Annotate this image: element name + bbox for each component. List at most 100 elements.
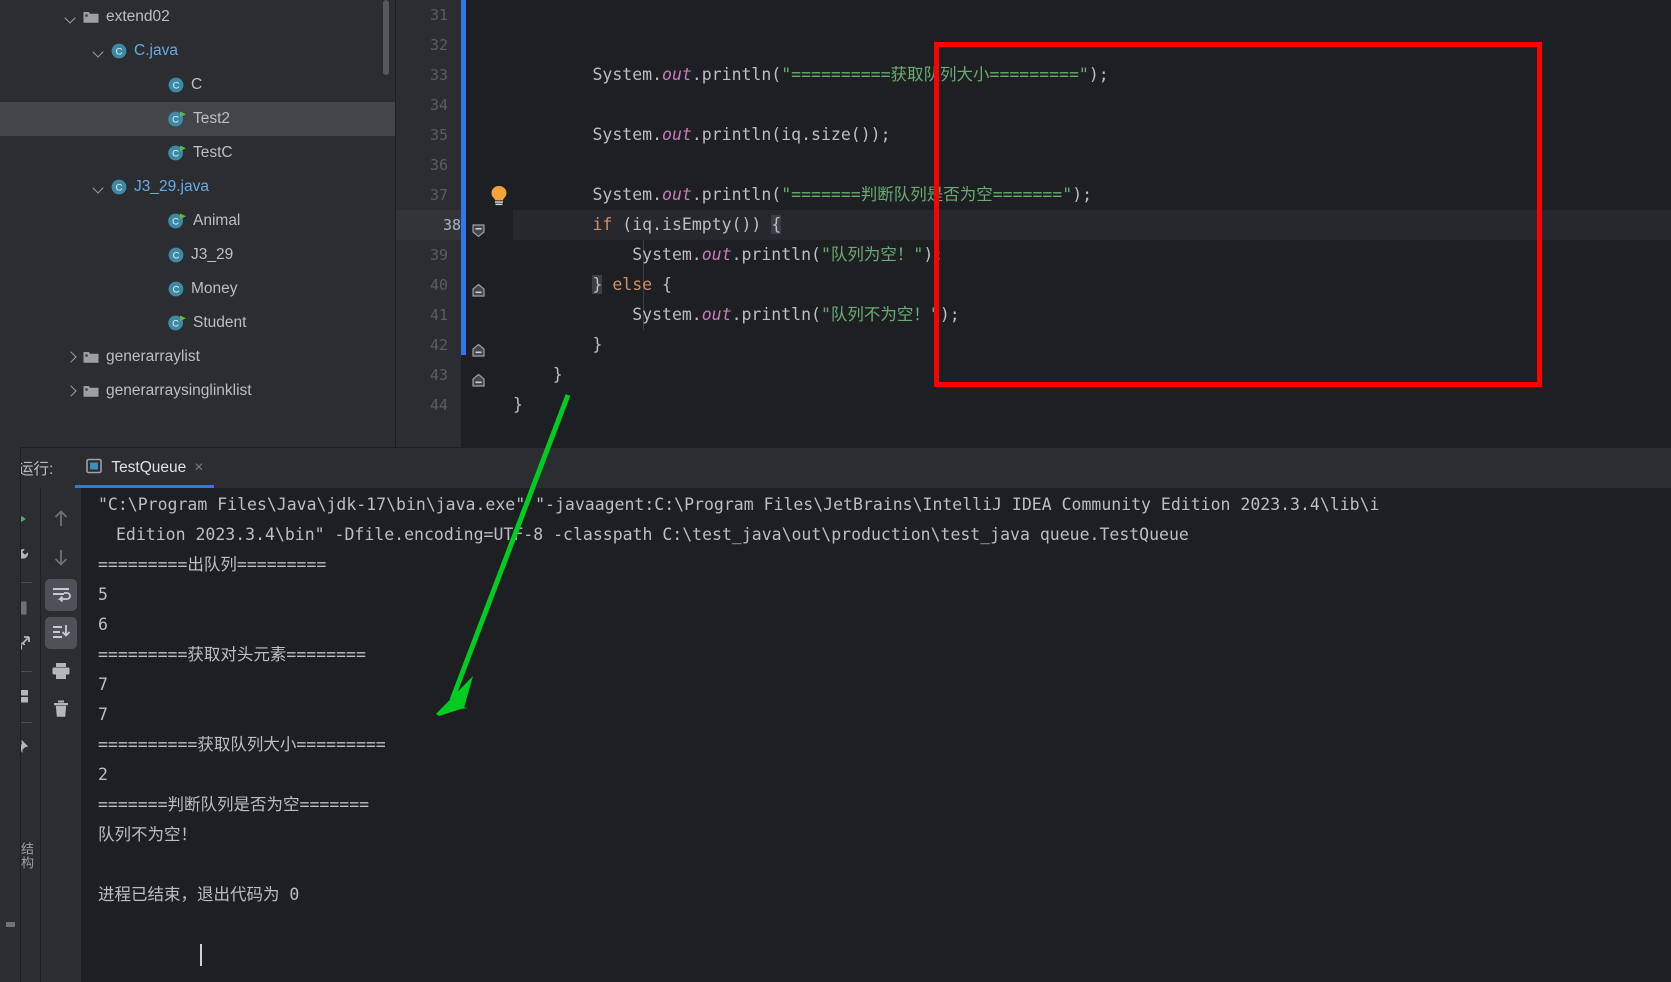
console-line: ==========获取队列大小========= bbox=[98, 735, 386, 754]
chevron-placeholder bbox=[148, 247, 164, 263]
chevron-placeholder bbox=[148, 213, 164, 229]
line-number-42[interactable]: 42 bbox=[396, 330, 448, 360]
code-line-35[interactable]: System.out.println(iq.size()); bbox=[513, 120, 890, 150]
svg-text:C: C bbox=[172, 149, 179, 160]
arrow-up-icon[interactable] bbox=[43, 500, 79, 538]
tree-item-label: generarraylist bbox=[106, 348, 200, 365]
line-number-43[interactable]: 43 bbox=[396, 360, 448, 390]
line-number-31[interactable]: 31 bbox=[396, 0, 448, 30]
tree-item-extend02[interactable]: extend02 bbox=[0, 0, 395, 34]
project-tree-pane[interactable]: extend02 C C.java C C C Test2 C TestC C J3_29.java… bbox=[0, 0, 396, 447]
console-caret bbox=[200, 944, 202, 966]
code-token: if bbox=[592, 215, 613, 234]
fold-marker-42[interactable] bbox=[471, 343, 485, 357]
tree-item-testc[interactable]: C TestC bbox=[0, 136, 395, 170]
project-tree[interactable]: extend02 C C.java C C C Test2 C TestC C J3_29.java… bbox=[0, 0, 395, 408]
tree-item-label: C.java bbox=[134, 42, 178, 59]
run-toolbar-secondary[interactable] bbox=[41, 488, 82, 982]
line-number-32[interactable]: 32 bbox=[396, 30, 448, 60]
soft-wrap-icon[interactable] bbox=[45, 579, 77, 611]
line-number-33[interactable]: 33 bbox=[396, 60, 448, 90]
intention-bulb-icon[interactable] bbox=[489, 185, 509, 207]
structure-tool-label[interactable]: 结构 bbox=[0, 842, 36, 870]
code-line-43[interactable]: } bbox=[513, 360, 563, 390]
line-number-38[interactable]: 38 bbox=[396, 210, 461, 240]
chevron-down-icon[interactable] bbox=[91, 179, 107, 195]
console-line: Edition 2023.3.4\bin" -Dfile.encoding=UT… bbox=[116, 525, 1189, 544]
tree-item-animal[interactable]: C Animal bbox=[0, 204, 395, 238]
vcs-change-marker bbox=[461, 0, 466, 355]
tree-item-generarraysinglinklist[interactable]: generarraysinglinklist bbox=[0, 374, 395, 408]
tree-item-c[interactable]: CC bbox=[0, 68, 395, 102]
svg-text:C: C bbox=[172, 217, 179, 228]
console-output[interactable]: "C:\Program Files\Java\jdk-17\bin\java.e… bbox=[82, 488, 1671, 982]
tree-item-j3-29[interactable]: C J3_29 bbox=[0, 238, 395, 272]
run-header: 运行: TestQueue × bbox=[0, 448, 1671, 488]
code-token: "队列为空！" bbox=[820, 245, 924, 264]
line-number-40[interactable]: 40 bbox=[396, 270, 448, 300]
tree-item-student[interactable]: C Student bbox=[0, 306, 395, 340]
run-config-icon bbox=[85, 457, 103, 480]
trash-icon[interactable] bbox=[43, 690, 79, 728]
code-line-40[interactable]: } else { bbox=[513, 270, 672, 300]
code-token: "==========获取队列大小=========" bbox=[781, 65, 1089, 84]
chevron-right-icon[interactable] bbox=[63, 349, 79, 365]
class-file-icon: C bbox=[110, 178, 128, 196]
chevron-right-icon[interactable] bbox=[63, 383, 79, 399]
console-line: 6 bbox=[98, 615, 108, 634]
runnable-class-icon: C bbox=[167, 110, 187, 128]
top-area: extend02 C C.java C C C Test2 C TestC C J3_29.java… bbox=[0, 0, 1671, 447]
code-line-37[interactable]: System.out.println("=======判断队列是否为空=====… bbox=[513, 180, 1092, 210]
console-line: 5 bbox=[98, 585, 108, 604]
arrow-down-icon[interactable] bbox=[43, 538, 79, 576]
chevron-placeholder bbox=[148, 145, 164, 161]
line-number-44[interactable]: 44 bbox=[396, 390, 448, 420]
fold-marker-38[interactable] bbox=[471, 223, 485, 238]
code-editor[interactable]: 31 32 33 34 35 36 37 38 39 40 41 42 43 44 bbox=[396, 0, 1671, 447]
tree-scrollbar[interactable] bbox=[383, 0, 389, 75]
code-token: ); bbox=[923, 245, 944, 264]
left-tool-strip[interactable]: 结构 bbox=[0, 447, 34, 982]
code-line-41[interactable]: System.out.println("队列不为空！"); bbox=[513, 300, 960, 330]
close-icon[interactable]: × bbox=[194, 460, 203, 476]
line-number-39[interactable]: 39 bbox=[396, 240, 448, 270]
scroll-end-icon[interactable] bbox=[45, 617, 77, 649]
code-content[interactable]: System.out.println("==========获取队列大小====… bbox=[513, 0, 1671, 447]
code-token: ); bbox=[939, 305, 960, 324]
code-token: { bbox=[652, 275, 672, 294]
fold-marker-43[interactable] bbox=[471, 373, 485, 387]
line-number-37[interactable]: 37 bbox=[396, 180, 448, 210]
tree-item-label: TestC bbox=[193, 144, 233, 161]
code-token: (iq.isEmpty()) bbox=[612, 215, 772, 234]
code-line-44[interactable]: } bbox=[513, 390, 523, 420]
code-line-38[interactable]: if (iq.isEmpty()) { bbox=[513, 210, 1671, 240]
run-tab-testqueue[interactable]: TestQueue × bbox=[75, 448, 214, 488]
run-tool-window: 运行: TestQueue × "C:\Program Files\Java\j… bbox=[0, 447, 1671, 982]
chevron-placeholder bbox=[148, 315, 164, 331]
editor-gutter[interactable]: 31 32 33 34 35 36 37 38 39 40 41 42 43 44 bbox=[396, 0, 461, 447]
tree-item-c-java[interactable]: C C.java bbox=[0, 34, 395, 68]
code-token: } bbox=[513, 335, 603, 354]
tree-item-label: Test2 bbox=[193, 110, 231, 127]
tree-item-label: J3_29 bbox=[191, 246, 234, 263]
tree-item-money[interactable]: C Money bbox=[0, 272, 395, 306]
code-line-39[interactable]: System.out.println("队列为空！"); bbox=[513, 240, 943, 270]
tree-item-generarraylist[interactable]: generarraylist bbox=[0, 340, 395, 374]
line-number-35[interactable]: 35 bbox=[396, 120, 448, 150]
svg-text:C: C bbox=[173, 285, 180, 296]
tree-item-label: generarraysinglinklist bbox=[106, 382, 252, 399]
line-number-41[interactable]: 41 bbox=[396, 300, 448, 330]
svg-text:C: C bbox=[116, 47, 123, 58]
line-number-36[interactable]: 36 bbox=[396, 150, 448, 180]
tree-item-test2[interactable]: C Test2 bbox=[0, 102, 395, 136]
fold-marker-40[interactable] bbox=[471, 283, 485, 297]
tree-item-j3-29-java[interactable]: C J3_29.java bbox=[0, 170, 395, 204]
line-number-34[interactable]: 34 bbox=[396, 90, 448, 120]
chevron-down-icon[interactable] bbox=[63, 9, 79, 25]
code-line-33[interactable]: System.out.println("==========获取队列大小====… bbox=[513, 60, 1108, 90]
chevron-down-icon[interactable] bbox=[91, 43, 107, 59]
print-icon[interactable] bbox=[43, 652, 79, 690]
code-line-42[interactable]: } bbox=[513, 330, 602, 360]
